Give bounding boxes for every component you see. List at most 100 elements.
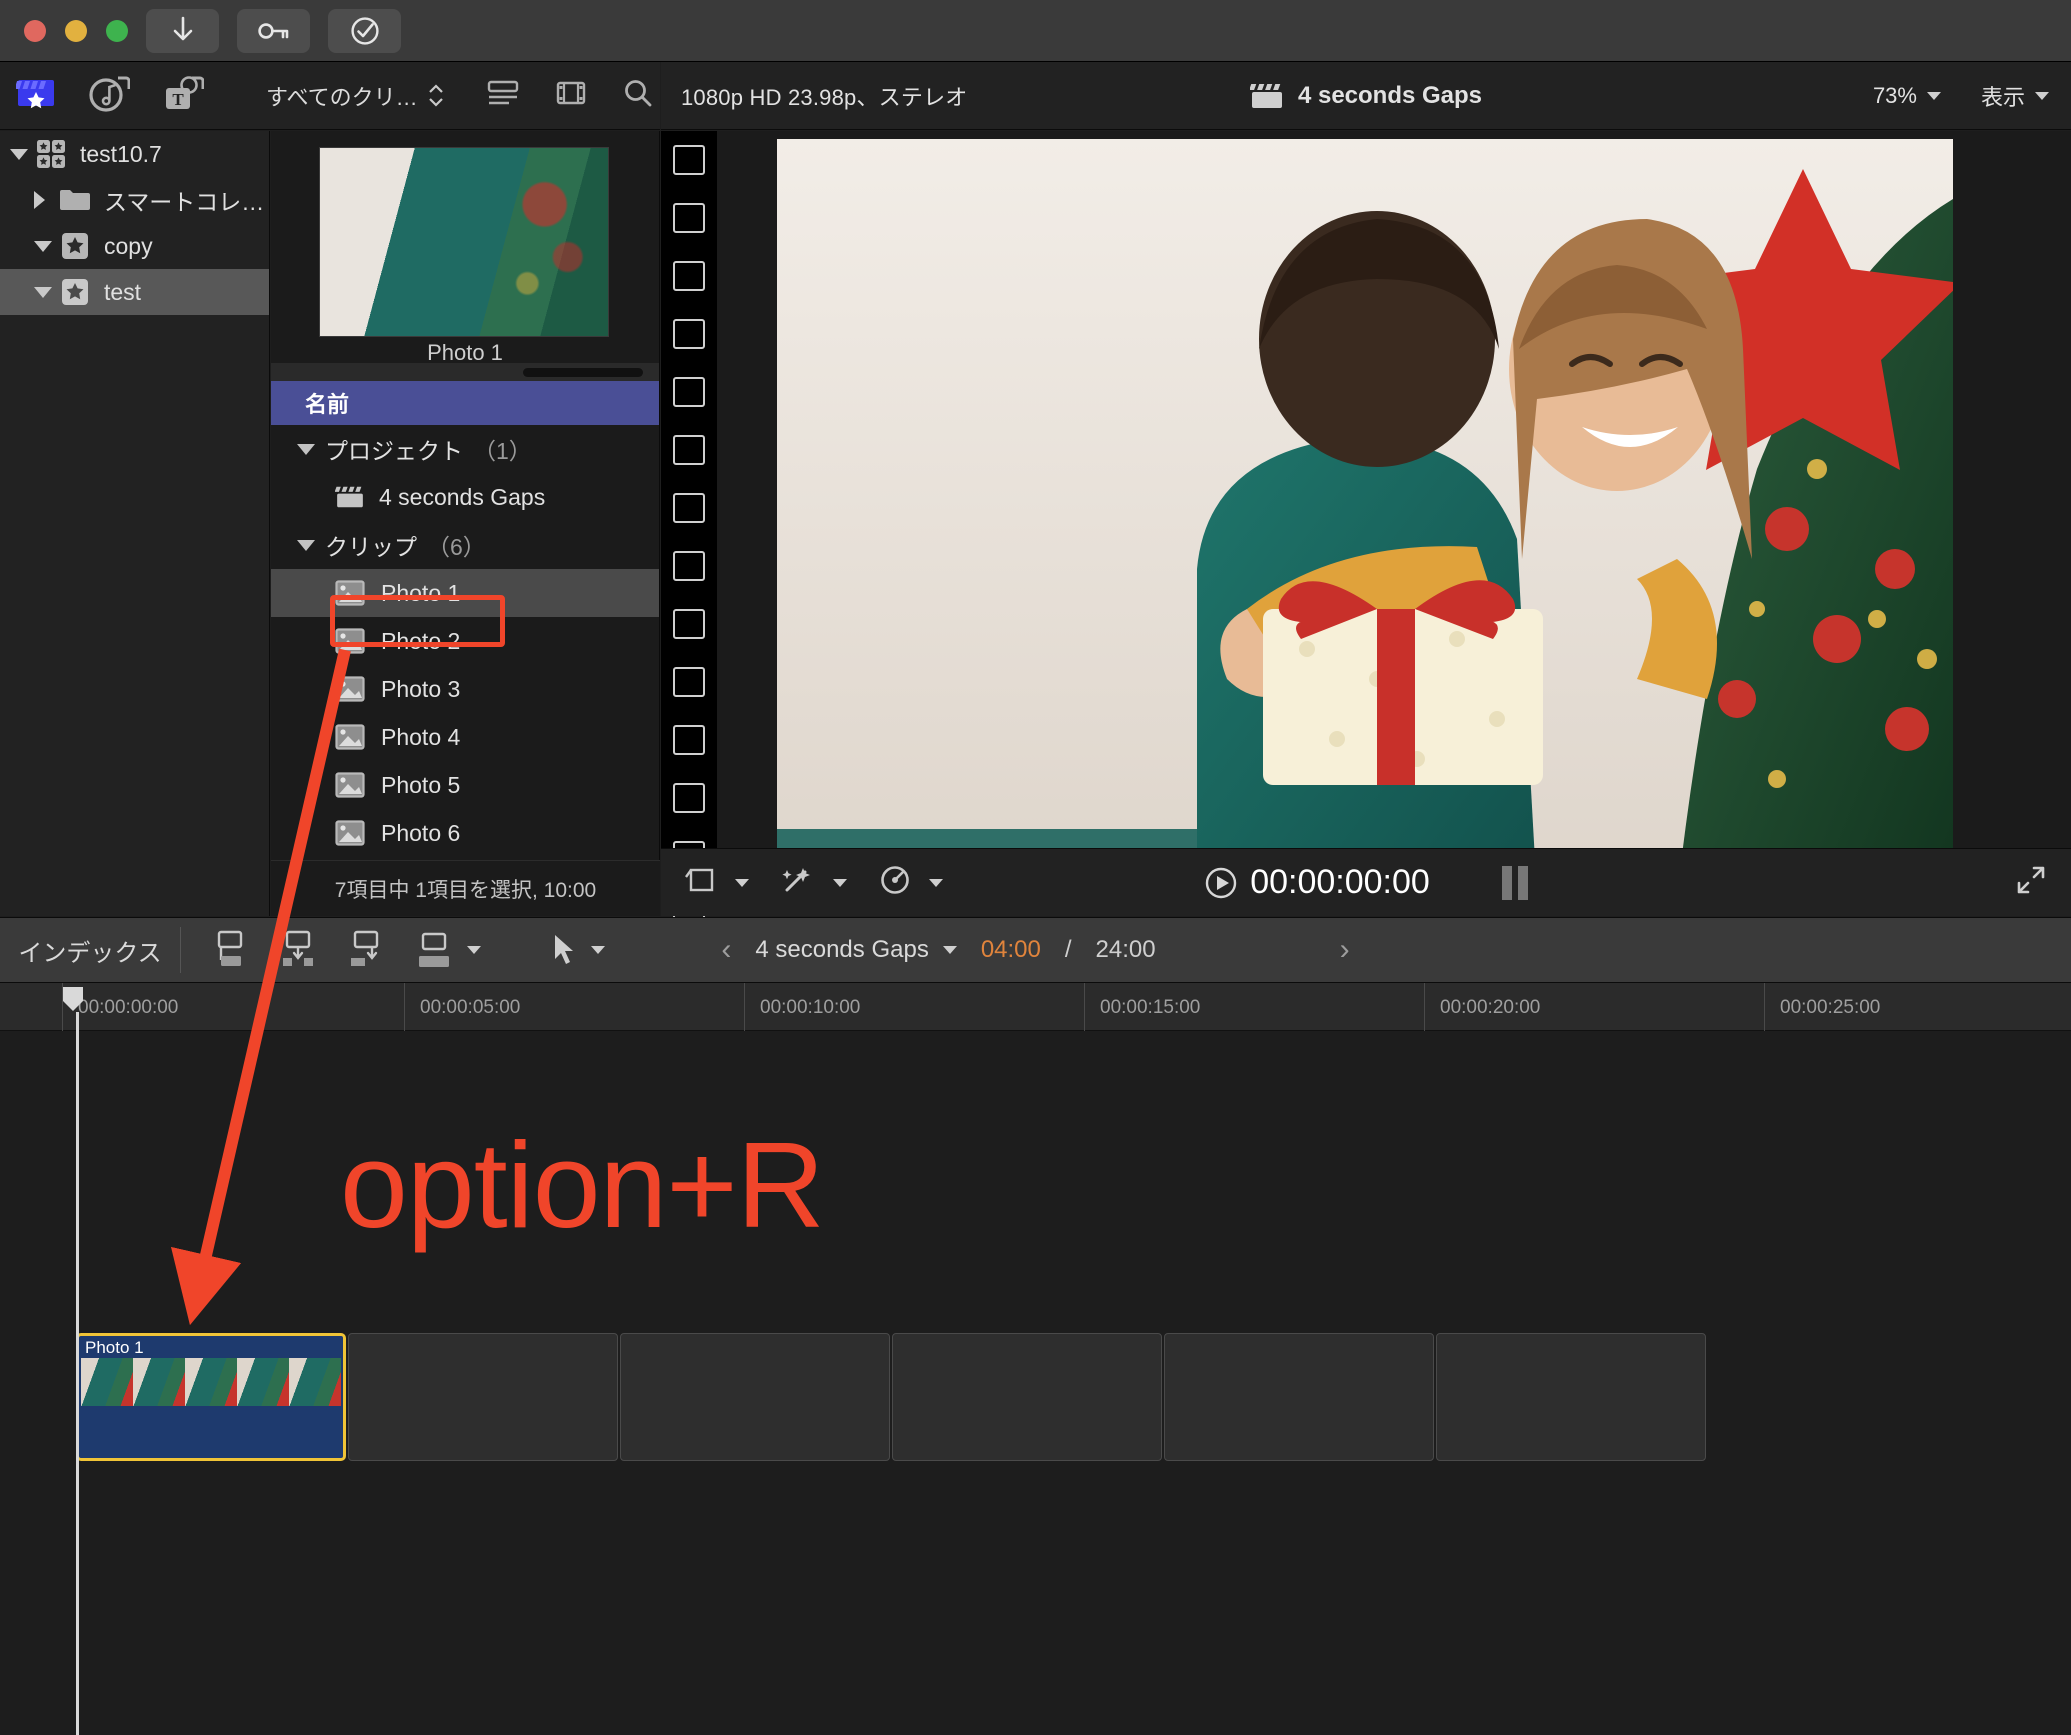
insert-clip-button[interactable]: [279, 928, 317, 973]
media-filter-label: すべてのクリ…: [266, 84, 418, 110]
list-view-button[interactable]: [486, 78, 520, 113]
ruler-tick: [1424, 983, 1425, 1031]
viewer-pane: 00:00:00:00: [661, 131, 2071, 929]
timeline-ruler[interactable]: 00:00:00:00 00:00:05:00 00:00:10:00 00:00:1…: [0, 983, 2071, 1031]
next-project-button[interactable]: ›: [1340, 933, 1350, 967]
annotation-shortcut-text: option+R: [340, 1117, 825, 1253]
music-photos-icon: [89, 76, 131, 112]
disclosure-triangle-icon[interactable]: [297, 443, 315, 455]
list-item-photo-3[interactable]: Photo 3: [271, 665, 659, 713]
viewer-image[interactable]: [777, 139, 1953, 896]
filmstrip-view-button[interactable]: [554, 78, 588, 113]
timeline-clip[interactable]: Photo 1: [76, 1333, 346, 1461]
list-item-photo-5[interactable]: Photo 5: [271, 761, 659, 809]
previous-project-button[interactable]: ‹: [721, 933, 731, 967]
film-perforation: [673, 435, 705, 465]
sidebar-item-label: copy: [104, 232, 153, 259]
column-header-name[interactable]: 名前: [271, 381, 659, 425]
zoom-level-dropdown[interactable]: 73%: [1873, 83, 1941, 109]
ruler-label: 00:00:25:00: [1780, 997, 1881, 1018]
timeline-clip[interactable]: [892, 1333, 1162, 1461]
browser-horizontal-scrollbar[interactable]: [271, 363, 659, 381]
sidebar-item-event-copy[interactable]: copy: [0, 223, 269, 269]
play-badge-icon: [1205, 867, 1237, 898]
timeline-project-dropdown[interactable]: 4 seconds Gaps: [755, 936, 957, 964]
connect-clip-button[interactable]: [211, 928, 249, 973]
enhancements-button[interactable]: [781, 864, 815, 901]
list-item-photo-1[interactable]: Photo 1: [271, 569, 659, 617]
maximize-button[interactable]: [106, 19, 128, 42]
photo-icon: [335, 820, 365, 846]
list-item-label: Photo 3: [381, 675, 461, 702]
fullscreen-icon: [2017, 866, 2045, 894]
keyword-editor-button[interactable]: [237, 8, 310, 53]
list-item-photo-6[interactable]: Photo 6: [271, 809, 659, 857]
browser-group-projects[interactable]: プロジェクト （1）: [271, 425, 659, 473]
titles-generators-button[interactable]: T: [162, 74, 205, 117]
playhead-line: [76, 1012, 79, 1735]
key-icon: [257, 22, 288, 39]
list-item-photo-2[interactable]: Photo 2: [271, 617, 659, 665]
film-perforation: [673, 609, 705, 639]
photo-icon: [335, 580, 365, 606]
photos-audio-browser-button[interactable]: [88, 74, 131, 117]
select-tool-icon: [555, 935, 573, 964]
disclosure-triangle-icon[interactable]: [0, 148, 34, 160]
list-view-icon: [487, 80, 518, 105]
viewer-toolbar: 1080p HD 23.98p、ステレオ 4 seconds Gaps 73% …: [661, 62, 2071, 130]
sidebar-item-smart-collections[interactable]: スマートコレ…: [0, 177, 269, 223]
select-tool-button[interactable]: [551, 933, 605, 967]
sidebar-item-event-test[interactable]: test: [0, 269, 269, 315]
timeline-clip[interactable]: [1164, 1333, 1434, 1461]
list-item-photo-4[interactable]: Photo 4: [271, 713, 659, 761]
fullscreen-button[interactable]: [2015, 864, 2047, 901]
view-options-dropdown[interactable]: 表示: [1981, 80, 2049, 112]
library-sidebar-toggle[interactable]: [14, 75, 56, 116]
color-board-button[interactable]: [879, 864, 911, 901]
list-item[interactable]: 4 seconds Gaps: [271, 473, 659, 521]
timeline-clip[interactable]: [1436, 1333, 1706, 1461]
sidebar-item-library[interactable]: test10.7: [0, 131, 269, 177]
media-filter-dropdown[interactable]: すべてのクリ…: [266, 80, 444, 112]
timeline-canvas[interactable]: Photo 1: [0, 1031, 2071, 1735]
playhead-handle[interactable]: [62, 986, 84, 1012]
timeline-index-button[interactable]: インデックス: [0, 933, 180, 968]
timeline-clip[interactable]: [620, 1333, 890, 1461]
minimize-button[interactable]: [65, 19, 87, 42]
project-clapper-icon: [1249, 83, 1282, 108]
chevron-down-icon[interactable]: [591, 946, 605, 954]
chevron-down-icon[interactable]: [833, 878, 847, 887]
append-clip-icon: [351, 930, 379, 966]
chevron-down-icon: [1926, 91, 1941, 100]
chevron-down-icon[interactable]: [467, 946, 481, 954]
disclosure-triangle-icon[interactable]: [297, 539, 315, 551]
overwrite-clip-button[interactable]: [415, 930, 481, 970]
import-media-button[interactable]: [146, 8, 219, 53]
list-item-label: Photo 5: [381, 771, 461, 798]
disclosure-triangle-icon[interactable]: [24, 240, 58, 252]
clip-thumbnail[interactable]: [319, 147, 609, 337]
close-button[interactable]: [24, 19, 46, 42]
enhancements-wand-icon: [782, 868, 810, 892]
browser-group-clips[interactable]: クリップ （6）: [271, 521, 659, 569]
project-clapper-icon: [335, 486, 363, 508]
zoom-level-label: 73%: [1872, 82, 1917, 108]
disclosure-triangle-icon[interactable]: [24, 191, 58, 209]
chevron-down-icon[interactable]: [735, 878, 749, 887]
search-icon: [624, 80, 651, 107]
event-star-icon: [58, 277, 92, 307]
browser-search-button[interactable]: [622, 77, 654, 114]
append-clip-button[interactable]: [347, 928, 385, 973]
sidebar-item-label: test10.7: [80, 140, 162, 167]
color-board-icon: [881, 866, 909, 894]
disclosure-triangle-icon[interactable]: [24, 286, 58, 298]
ruler-tick: [1764, 983, 1765, 1031]
timeline-clip-label: Photo 1: [85, 1338, 144, 1357]
share-button[interactable]: [328, 8, 401, 53]
timeline-current-time: 04:00: [980, 936, 1041, 963]
film-perforation: [673, 667, 705, 697]
transform-button[interactable]: [685, 865, 717, 900]
timeline-total-time: 24:00: [1095, 936, 1156, 963]
timeline-clip[interactable]: [348, 1333, 618, 1461]
chevron-down-icon[interactable]: [929, 878, 943, 887]
